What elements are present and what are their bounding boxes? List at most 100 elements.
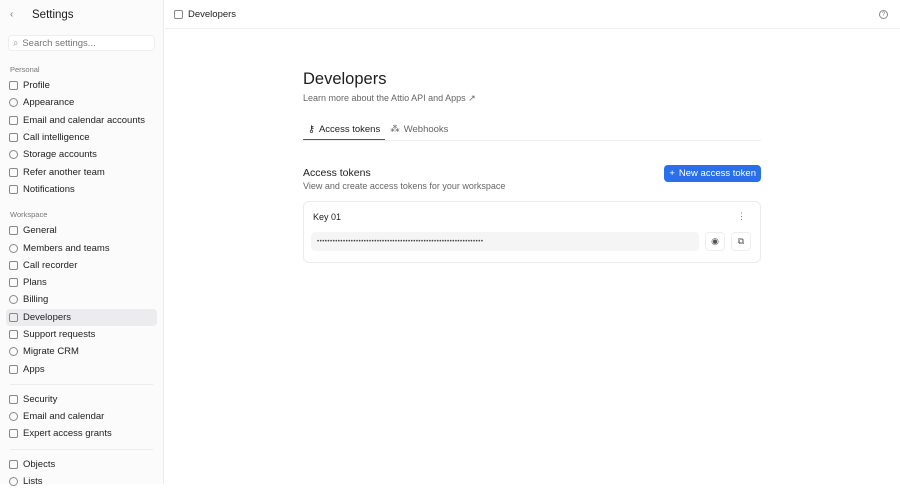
developers-icon: [174, 9, 183, 19]
apps-icon: [9, 364, 18, 374]
email-and-calendar-accounts-icon: [9, 115, 18, 125]
sidebar-item-label: Storage accounts: [23, 149, 97, 161]
tabs: ⚷ Access tokens ⁂ Webhooks: [303, 119, 761, 141]
sidebar-item-label: Objects: [23, 458, 56, 470]
sidebar-header: ‹ Settings: [0, 0, 163, 29]
help-icon[interactable]: ?: [879, 10, 888, 19]
copy-token-button[interactable]: ⧉: [731, 232, 751, 251]
sidebar-item-appearance[interactable]: Appearance: [6, 94, 157, 111]
sidebar-item-label: Profile: [23, 80, 50, 92]
sidebar-item-objects[interactable]: Objects: [6, 456, 157, 473]
tab-webhooks[interactable]: ⁂ Webhooks: [385, 119, 453, 140]
plans-icon: [9, 278, 18, 288]
lists-icon: [9, 477, 18, 487]
search-icon: ⌕: [13, 37, 19, 49]
tab-label: Access tokens: [318, 123, 381, 135]
expert-access-grants-icon: [9, 429, 18, 439]
sidebar-item-call-recorder[interactable]: Call recorder: [6, 257, 157, 274]
divider: [10, 448, 153, 450]
general-icon: [9, 226, 18, 236]
reveal-token-button[interactable]: ◉: [705, 232, 725, 251]
copy-icon: ⧉: [737, 236, 745, 246]
sidebar-item-notifications[interactable]: Notifications: [6, 181, 157, 198]
call-recorder-icon: [9, 260, 18, 270]
call-intelligence-icon: [9, 133, 18, 143]
sidebar-item-members-and-teams[interactable]: Members and teams: [6, 239, 157, 256]
email-and-calendar-icon: [9, 412, 18, 422]
storage-accounts-icon: [9, 150, 18, 160]
developers-icon: [9, 312, 18, 322]
tab-access-tokens[interactable]: ⚷ Access tokens: [303, 119, 386, 140]
sidebar-item-label: Apps: [23, 363, 45, 375]
sidebar-item-billing[interactable]: Billing: [6, 291, 157, 308]
sidebar-item-support-requests[interactable]: Support requests: [6, 326, 157, 343]
eye-icon: ◉: [711, 236, 719, 246]
sidebar-item-label: Notifications: [23, 183, 75, 195]
sidebar-item-label: Call intelligence: [23, 132, 90, 144]
sidebar-item-label: Developers: [23, 311, 72, 323]
billing-icon: [9, 295, 18, 305]
security-icon: [9, 394, 18, 404]
button-label: New access token: [678, 168, 756, 179]
sidebar-item-migrate-crm[interactable]: Migrate CRM: [6, 343, 157, 360]
top-bar: Developers ?: [165, 0, 900, 29]
main-content: Developers Learn more about the Attio AP…: [303, 70, 761, 263]
sidebar-item-lists[interactable]: Lists: [6, 473, 157, 490]
objects-icon: [9, 459, 18, 469]
breadcrumb: Developers: [188, 8, 237, 20]
sidebar-item-apps[interactable]: Apps: [6, 360, 157, 377]
back-chevron-icon[interactable]: ‹: [10, 9, 20, 20]
sidebar-item-label: Lists: [23, 476, 43, 488]
divider: [10, 383, 153, 385]
sidebar-item-label: General: [23, 225, 57, 237]
sidebar-item-security[interactable]: Security: [6, 391, 157, 408]
api-docs-link-text: Learn more about the Attio API and Apps: [303, 93, 466, 103]
sidebar-item-label: Call recorder: [23, 259, 78, 271]
sidebar-item-profile[interactable]: Profile: [6, 77, 157, 94]
sidebar-item-expert-access-grants[interactable]: Expert access grants: [6, 425, 157, 442]
notifications-icon: [9, 184, 18, 194]
members-and-teams-icon: [9, 243, 18, 253]
sidebar-item-label: Billing: [23, 294, 49, 306]
token-name: Key 01: [313, 212, 342, 222]
sidebar-item-label: Members and teams: [23, 242, 110, 254]
page-title: Developers: [303, 70, 387, 88]
sidebar-item-developers[interactable]: Developers: [6, 308, 157, 326]
appearance-icon: [9, 98, 18, 108]
tab-label: Webhooks: [403, 124, 449, 135]
refer-another-team-icon: [9, 167, 18, 177]
external-link-icon: ↗: [468, 93, 476, 103]
sidebar-item-storage-accounts[interactable]: Storage accounts: [6, 146, 157, 163]
migrate-crm-icon: [9, 347, 18, 357]
new-access-token-button[interactable]: + New access token: [664, 165, 761, 182]
support-requests-icon: [9, 330, 18, 339]
sidebar-title: Settings: [32, 8, 74, 21]
sidebar-item-label: Support requests: [23, 329, 96, 340]
api-docs-link[interactable]: Learn more about the Attio API and Apps …: [303, 93, 761, 104]
section-title: Access tokens: [303, 167, 371, 179]
token-card: Key 01 ⋮ •••••••••••••••••••••••••••••••…: [303, 201, 761, 263]
sidebar: ‹ Settings ⌕ Personal Profile Appearance Em…: [0, 0, 164, 487]
sidebar-item-call-intelligence[interactable]: Call intelligence: [6, 129, 157, 146]
token-value: ••••••••••••••••••••••••••••••••••••••••…: [311, 232, 699, 251]
sidebar-item-label: Plans: [23, 277, 47, 289]
sidebar-item-label: Migrate CRM: [23, 346, 79, 358]
sidebar-item-plans[interactable]: Plans: [6, 274, 157, 291]
search-settings[interactable]: ⌕: [8, 35, 155, 51]
sidebar-item-email-and-calendar[interactable]: Email and calendar: [6, 408, 157, 425]
section-label: Personal: [10, 65, 40, 74]
key-icon: ⚷: [308, 123, 315, 135]
sidebar-item-refer-another-team[interactable]: Refer another team: [6, 163, 157, 180]
sidebar-item-general[interactable]: General: [6, 222, 157, 239]
sidebar-item-label: Email and calendar accounts: [23, 114, 145, 126]
sidebar-item-email-and-calendar-accounts[interactable]: Email and calendar accounts: [6, 112, 157, 129]
search-input[interactable]: [22, 37, 143, 49]
plus-icon: +: [669, 168, 675, 179]
sidebar-item-label: Appearance: [23, 97, 75, 109]
webhook-icon: ⁂: [390, 124, 400, 135]
sidebar-item-label: Refer another team: [23, 166, 105, 178]
sidebar-item-label: Security: [23, 393, 58, 405]
section-label: Workspace: [10, 210, 48, 220]
more-options-icon[interactable]: ⋮: [737, 211, 746, 222]
section-subtitle: View and create access tokens for your w…: [303, 181, 506, 191]
